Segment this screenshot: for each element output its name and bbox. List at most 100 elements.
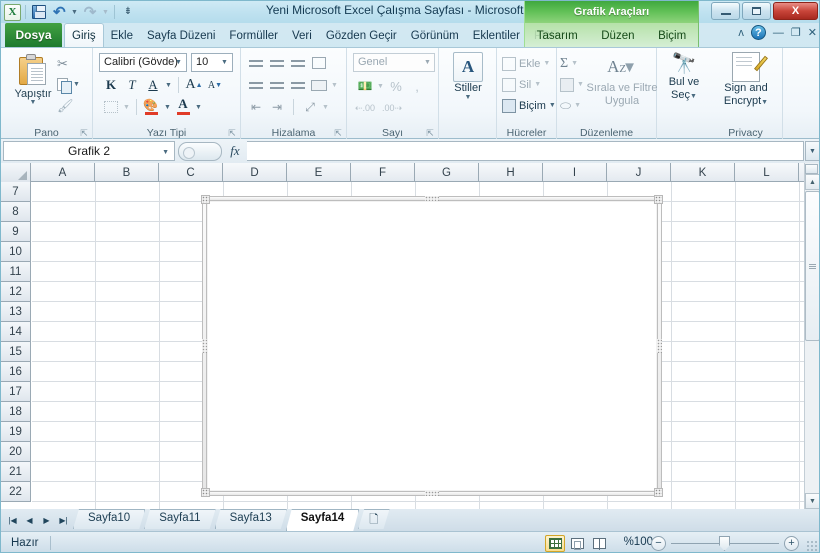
minimize-button[interactable] (711, 2, 740, 20)
zoom-slider-track[interactable] (671, 536, 779, 551)
bold-button[interactable]: K (101, 75, 121, 95)
font-family-input[interactable]: Calibri (Gövde) (99, 53, 187, 72)
find-select-button[interactable]: 🔭 Bul ve Seç▼ (661, 52, 707, 103)
orientation-button[interactable]: ⤢ (300, 97, 320, 117)
format-cells-button[interactable]: Biçim ▼ (502, 95, 556, 116)
delete-cells-button[interactable]: Sil ▼ (502, 74, 556, 95)
borders-button[interactable] (101, 97, 121, 117)
row-header[interactable]: 16 (1, 362, 31, 382)
tab-duzen[interactable]: Düzen (594, 25, 641, 47)
merge-dropdown-icon[interactable]: ▼ (330, 75, 339, 95)
row-header[interactable]: 8 (1, 202, 31, 222)
decrease-indent-button[interactable]: ⇤ (246, 97, 266, 117)
insert-worksheet-icon[interactable]: 🗋 (358, 509, 389, 529)
column-header-e[interactable]: E (287, 163, 351, 182)
previous-sheet-icon[interactable]: ◀ (21, 512, 38, 528)
column-header-b[interactable]: B (95, 163, 159, 182)
sort-filter-button[interactable]: AZ ▼ Sırala ve Filtre Uygula (579, 52, 665, 108)
row-header[interactable]: 22 (1, 482, 31, 502)
vertical-scroll-thumb[interactable] (805, 191, 819, 341)
row-header[interactable]: 12 (1, 282, 31, 302)
number-format-dropdown-icon[interactable]: ▼ (424, 59, 436, 66)
column-header-g[interactable]: G (415, 163, 479, 182)
comma-format-button[interactable]: , (407, 76, 427, 96)
wrap-text-button[interactable] (309, 53, 329, 73)
row-header[interactable]: 17 (1, 382, 31, 402)
sayi-dialog-launcher[interactable]: ⇱ (425, 128, 435, 138)
align-bottom-button[interactable] (288, 53, 308, 73)
row-header[interactable]: 9 (1, 222, 31, 242)
styles-dropdown-icon[interactable]: ▼ (465, 94, 472, 101)
decrease-decimal-button[interactable]: .00⇢ (382, 98, 402, 118)
column-header-a[interactable]: A (31, 163, 95, 182)
close-workbook-icon[interactable]: ✕ (808, 26, 817, 39)
merge-cells-button[interactable] (309, 75, 329, 95)
normal-view-button[interactable] (545, 535, 565, 552)
name-box-dropdown-icon[interactable]: ▼ (162, 149, 169, 156)
accounting-format-button[interactable]: 💵 (355, 76, 375, 96)
cancel-enter-buttons[interactable] (178, 141, 222, 161)
expand-formula-bar-icon[interactable]: ▼ (805, 141, 819, 161)
tab-tasarim[interactable]: Tasarım (530, 25, 585, 47)
grow-font-button[interactable]: A ▲ (184, 75, 204, 95)
copy-button[interactable]: ▼ (57, 74, 91, 95)
paste-button[interactable]: Yapıştır ▼ (9, 51, 57, 119)
sign-encrypt-button[interactable]: Sign and Encrypt▼ (715, 52, 777, 109)
align-top-button[interactable] (246, 53, 266, 73)
row-header[interactable]: 13 (1, 302, 31, 322)
align-center-button[interactable] (267, 75, 287, 95)
vertical-scrollbar[interactable]: ▲ ▼ (804, 163, 819, 509)
font-color-dropdown-icon[interactable]: ▼ (194, 97, 203, 117)
pano-dialog-launcher[interactable]: ⇱ (79, 128, 89, 138)
align-right-button[interactable] (288, 75, 308, 95)
align-left-button[interactable] (246, 75, 266, 95)
insert-cells-button[interactable]: Ekle ▼ (502, 53, 556, 74)
minimize-ribbon-icon[interactable]: ᴧ (738, 27, 744, 39)
page-break-view-button[interactable] (589, 535, 609, 552)
paste-dropdown-icon[interactable]: ▼ (30, 99, 37, 106)
column-header-c[interactable]: C (159, 163, 223, 182)
tab-veri[interactable]: Veri (285, 25, 319, 47)
row-header[interactable]: 15 (1, 342, 31, 362)
fill-color-dropdown-icon[interactable]: ▼ (163, 97, 172, 117)
row-header[interactable]: 10 (1, 242, 31, 262)
italic-button[interactable]: T (122, 75, 142, 95)
column-header-j[interactable]: J (607, 163, 671, 182)
zoom-slider-thumb[interactable] (719, 536, 730, 551)
zoom-out-button[interactable]: − (651, 536, 666, 551)
format-painter-button[interactable]: 🖌 (57, 95, 91, 116)
first-sheet-icon[interactable]: |◀ (4, 512, 21, 528)
row-header[interactable]: 11 (1, 262, 31, 282)
column-header-i[interactable]: I (543, 163, 607, 182)
row-header[interactable]: 7 (1, 182, 31, 202)
font-color-button[interactable]: A (173, 97, 193, 117)
page-layout-view-button[interactable] (567, 535, 587, 552)
sheet-tab-sayfa14[interactable]: Sayfa14 (286, 509, 359, 531)
column-header-h[interactable]: H (479, 163, 543, 182)
name-box[interactable]: Grafik 2 ▼ (3, 141, 175, 161)
tab-formuller[interactable]: Formüller (222, 25, 285, 47)
cell-styles-button[interactable]: A Stiller ▼ (447, 52, 489, 101)
orientation-dropdown-icon[interactable]: ▼ (321, 97, 330, 117)
split-box-vertical[interactable] (805, 164, 818, 174)
underline-dropdown-icon[interactable]: ▼ (164, 75, 173, 95)
select-all-corner[interactable] (1, 163, 31, 182)
next-sheet-icon[interactable]: ▶ (38, 512, 55, 528)
column-header-k[interactable]: K (671, 163, 735, 182)
tab-dosya[interactable]: Dosya (5, 23, 62, 47)
hizalama-dialog-launcher[interactable]: ⇱ (333, 128, 343, 138)
row-header[interactable]: 21 (1, 462, 31, 482)
column-header-d[interactable]: D (223, 163, 287, 182)
number-format-input[interactable]: Genel (353, 53, 435, 72)
row-header[interactable]: 14 (1, 322, 31, 342)
align-middle-button[interactable] (267, 53, 287, 73)
maximize-workbook-icon[interactable]: ❐ (791, 26, 801, 39)
accounting-dropdown-icon[interactable]: ▼ (376, 76, 385, 96)
underline-button[interactable]: A (143, 75, 163, 95)
font-size-dropdown-icon[interactable]: ▼ (221, 59, 238, 66)
scroll-down-button[interactable]: ▼ (805, 493, 819, 509)
restore-down-icon[interactable]: — (773, 27, 784, 39)
last-sheet-icon[interactable]: ▶| (55, 512, 72, 528)
increase-decimal-button[interactable]: ⇠.00 (355, 98, 375, 118)
increase-indent-button[interactable]: ⇥ (267, 97, 287, 117)
